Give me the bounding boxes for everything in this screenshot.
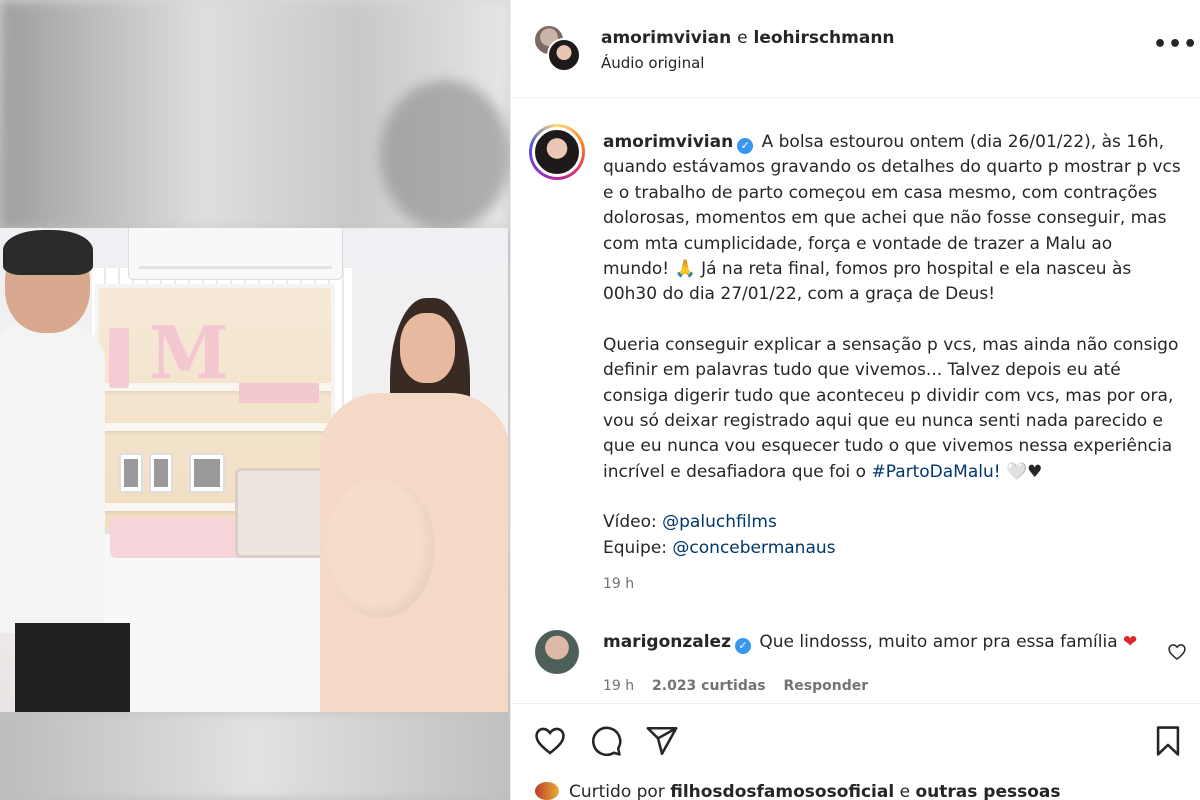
comment-item: marigonzalez ✓ Que lindosss, muito amor p… [511,618,1200,703]
video-credit-mention[interactable]: @paluchfilms [662,512,777,532]
liked-by-prefix: Curtido por [569,782,665,800]
comment-username[interactable]: marigonzalez [603,632,731,652]
comment-like-heart-icon[interactable] [1167,642,1187,662]
liked-by-user[interactable]: filhosdosfamososoficial [670,782,894,800]
comment-likes[interactable]: 2.023 curtidas [652,678,766,694]
header-usernames: amorimvivian e leohirschmann [601,28,895,48]
more-horizontal-icon[interactable]: ••• [1153,34,1197,60]
caption-avatar[interactable] [529,124,585,180]
post-media[interactable]: M [0,0,510,800]
header-username-1[interactable]: amorimvivian [601,28,731,48]
photo-frames [119,453,229,503]
avatar[interactable] [547,38,581,72]
collab-avatars[interactable] [533,24,583,74]
comment-icon[interactable] [589,724,623,758]
hashtag-link[interactable]: #PartoDaMalu! [871,462,1000,482]
post-header: amorimvivian e leohirschmann Áudio origi… [511,0,1200,98]
heart-emoji: ❤ [1123,632,1138,652]
person-woman [300,288,508,712]
heart-icon[interactable] [533,724,567,758]
audio-link[interactable]: Áudio original [601,54,704,72]
post-sidebar: amorimvivian e leohirschmann Áudio origi… [510,0,1200,800]
reply-button[interactable]: Responder [784,678,869,694]
bookmark-icon[interactable] [1151,724,1185,758]
air-conditioner [128,228,343,280]
avatar[interactable] [535,630,579,674]
verified-badge-icon: ✓ [734,638,751,654]
caption-timestamp: 19 h [603,576,635,592]
action-bar [511,703,1200,780]
liked-by-connector: e [899,782,911,800]
decor-letter-m: M [149,310,229,395]
comment-body: Que lindosss, muito amor pra essa famíli… [759,632,1118,652]
share-icon[interactable] [645,724,679,758]
video-credit-label: Vídeo: [603,512,663,533]
comment-text: marigonzalez ✓ Que lindosss, muito amor p… [603,632,1137,654]
caption-paragraph-1: A bolsa estourou ontem (dia 26/01/22), à… [603,132,1181,305]
avatar[interactable] [535,782,559,800]
liked-by-others[interactable]: outras pessoas [915,782,1060,800]
header-username-2[interactable]: leohirschmann [754,28,895,48]
comment-meta: 19 h 2.023 curtidas Responder [603,678,881,694]
person-man [0,228,130,712]
post-video[interactable]: M [0,228,508,712]
caption-text: amorimvivian ✓ A bolsa estourou ontem (di… [603,130,1183,561]
team-credit-mention[interactable]: @concebermanaus [672,538,835,558]
caption-paragraph-2: Queria conseguir explicar a sensação p v… [603,334,1179,482]
team-credit-label: Equipe: [603,537,673,558]
comment-timestamp: 19 h [603,678,635,694]
caption-username[interactable]: amorimvivian [603,132,733,152]
post-caption: amorimvivian ✓ A bolsa estourou ontem (di… [511,98,1200,618]
verified-badge-icon: ✓ [737,138,754,154]
liked-by: Curtido por filhosdosfamososoficial e ou… [535,782,1195,800]
caption-paragraph-2-end: 🤍♥ [1000,461,1043,482]
header-connector: e [737,28,748,48]
